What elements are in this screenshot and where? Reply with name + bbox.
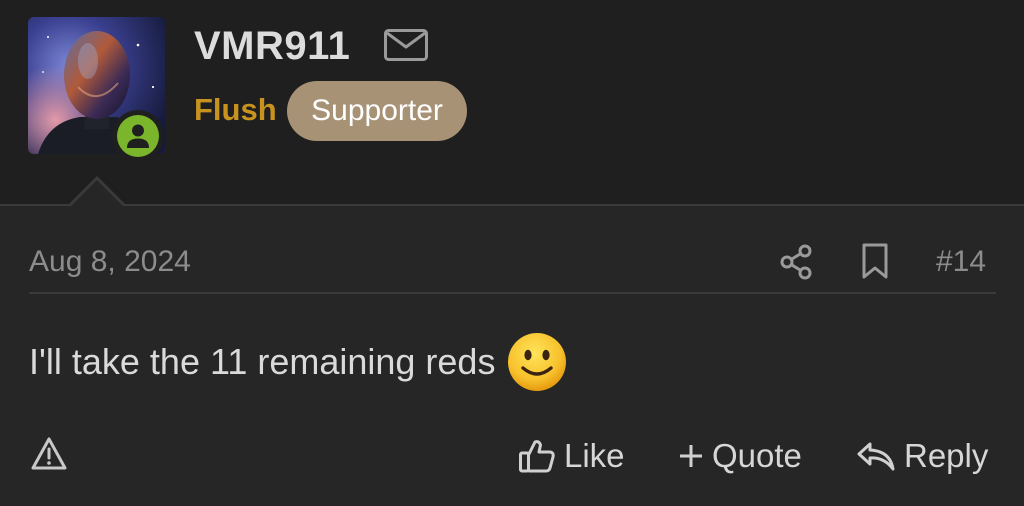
thumbs-up-icon xyxy=(519,440,555,473)
envelope-icon[interactable] xyxy=(383,28,429,62)
message-body: I'll take the 11 remaining reds xyxy=(29,330,567,394)
message-content: Aug 8, 2024 #14 I'll take the 11 remaini… xyxy=(0,204,1024,506)
like-button[interactable]: Like xyxy=(518,434,625,478)
online-status-dot xyxy=(117,115,159,157)
post-number-link[interactable]: #14 xyxy=(936,244,986,280)
warning-triangle-icon[interactable] xyxy=(30,436,68,472)
quote-label: Quote xyxy=(712,437,802,474)
user-icon xyxy=(127,124,149,148)
reply-arrow-icon xyxy=(857,442,895,471)
bookmark-icon[interactable] xyxy=(860,242,890,280)
user-title: Flush xyxy=(194,92,277,127)
message-user-header: VMR911 Flush Supporter xyxy=(0,0,1024,204)
reply-button[interactable]: Reply xyxy=(856,434,988,478)
header-pointer xyxy=(71,180,123,206)
username-link[interactable]: VMR911 xyxy=(194,22,350,70)
plus-icon xyxy=(680,445,702,467)
message-text: I'll take the 11 remaining reds xyxy=(29,341,496,382)
post-header-divider xyxy=(29,292,996,294)
supporter-banner: Supporter xyxy=(287,81,467,141)
reply-label: Reply xyxy=(904,437,989,474)
avatar-container[interactable] xyxy=(28,17,165,162)
online-status-badge xyxy=(112,110,164,162)
slightly-smiling-face-icon xyxy=(508,333,567,391)
quote-button[interactable]: Quote xyxy=(678,434,802,478)
post-date-link[interactable]: Aug 8, 2024 xyxy=(29,244,191,280)
like-label: Like xyxy=(564,437,625,474)
share-icon[interactable] xyxy=(779,244,813,280)
